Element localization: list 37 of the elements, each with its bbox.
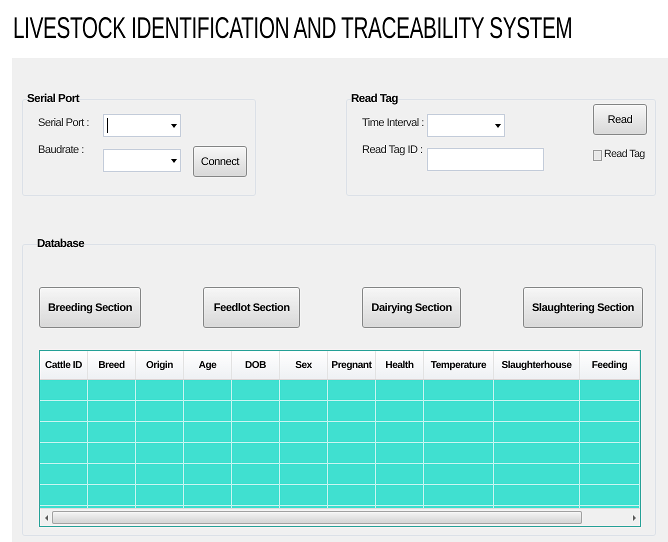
column-header[interactable]: Sex [280, 351, 328, 380]
column-header[interactable]: Slaughterhouse [494, 351, 580, 380]
dropdown-field[interactable] [103, 114, 181, 138]
column-header[interactable]: Breed [88, 351, 136, 380]
scroll-right-icon[interactable] [630, 514, 638, 521]
group-title: Database [37, 237, 84, 252]
section-button[interactable]: Dairying Section [362, 287, 461, 328]
field-label: Read Tag ID : [362, 144, 423, 158]
scrollbar-thumb[interactable] [52, 511, 582, 524]
column-header[interactable]: Health [376, 351, 424, 380]
input-field[interactable] [427, 148, 544, 172]
column-header[interactable]: Feeding [580, 351, 640, 380]
field-label: Time Interval : [362, 117, 423, 130]
group-title: Read Tag [351, 92, 398, 107]
caret-icon [171, 158, 177, 163]
dropdown-field[interactable] [103, 149, 181, 172]
section-button[interactable]: Breeding Section [39, 287, 142, 328]
field-label: Baudrate : [38, 144, 85, 158]
field-label: Serial Port : [38, 117, 90, 130]
read-button[interactable]: Read [593, 104, 647, 136]
column-header[interactable]: Origin [136, 351, 184, 380]
column-header[interactable]: Temperature [424, 351, 494, 380]
caret-icon [171, 124, 177, 128]
section-button[interactable]: Feedlot Section [203, 287, 300, 328]
column-header[interactable]: Age [184, 351, 232, 380]
column-header[interactable]: Cattle ID [40, 351, 88, 380]
checkbox-label: Read Tag [604, 147, 645, 162]
caret-icon [495, 124, 501, 128]
app-title: LIVESTOCK IDENTIFICATION AND TRACEABILITY SYSTEM [13, 14, 572, 44]
column-header[interactable]: Pregnant [328, 351, 376, 380]
checkbox[interactable] [593, 150, 602, 161]
horizontal-scrollbar[interactable] [40, 508, 640, 526]
connect-button[interactable]: Connect [193, 146, 247, 178]
section-button[interactable]: Slaughtering Section [522, 287, 643, 328]
column-header[interactable]: DOB [232, 351, 280, 380]
dropdown-field[interactable] [427, 114, 505, 138]
group-title: Serial Port [27, 92, 80, 107]
